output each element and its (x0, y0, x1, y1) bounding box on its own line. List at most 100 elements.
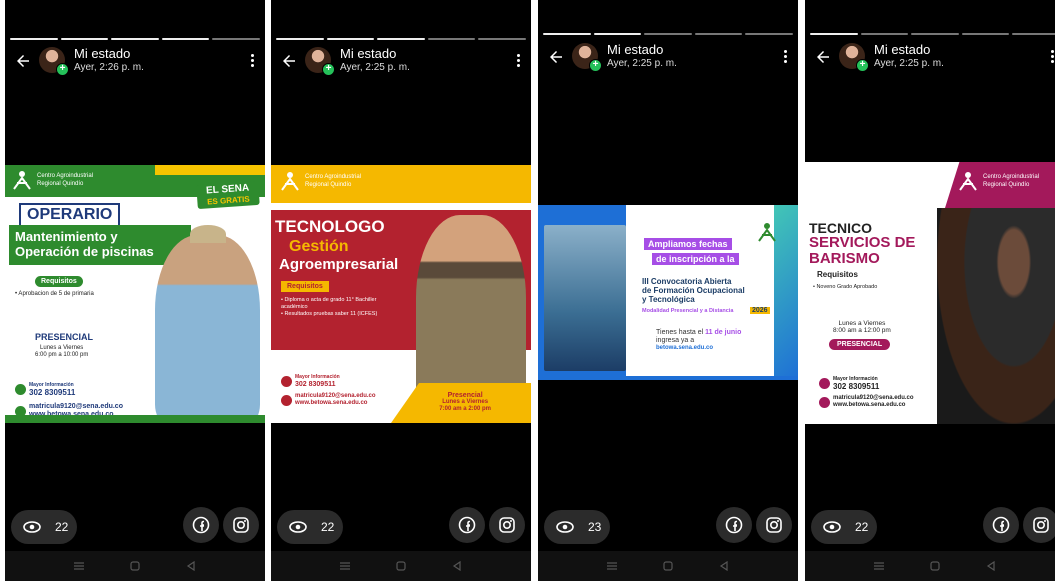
requirement-item: • Noveno Grado Aprobado (813, 284, 878, 290)
status-viewer-4: + Mi estado Ayer, 2:25 p. m. Centro Agro… (805, 0, 1055, 581)
share-instagram-button[interactable] (1023, 507, 1055, 543)
back-arrow-icon[interactable] (814, 48, 832, 66)
share-facebook-button[interactable] (983, 507, 1019, 543)
facebook-icon (992, 516, 1010, 534)
status-owner-name: Mi estado (874, 42, 931, 57)
views-counter[interactable]: 23 (544, 510, 610, 544)
sena-logo-icon (13, 171, 31, 190)
globe-icon (819, 396, 830, 408)
status-image-operario[interactable]: Centro Agroindustrial Regional Quindío EL… (5, 165, 265, 423)
views-count: 22 (855, 520, 869, 534)
free-badge: EL SENA ES GRATIS (196, 180, 260, 210)
views-counter[interactable]: 22 (11, 510, 77, 544)
status-viewer-3: + Mi estado Ayer, 2:25 p. m. Ampliamos f… (538, 0, 798, 581)
add-status-icon[interactable]: + (589, 59, 602, 72)
share-instagram-button[interactable] (223, 507, 259, 543)
nav-back-icon[interactable] (985, 560, 997, 572)
eye-icon (23, 521, 41, 533)
eye-icon (823, 521, 841, 533)
status-owner-name: Mi estado (74, 46, 131, 61)
facebook-icon (192, 516, 210, 534)
status-image-barismo[interactable]: Centro Agroindustrial Regional Quindío TE… (805, 162, 1055, 424)
nav-home-icon[interactable] (929, 560, 941, 572)
avatar[interactable]: + (572, 43, 602, 72)
nav-recents-icon[interactable] (73, 561, 85, 571)
sena-logo-icon (281, 172, 299, 191)
more-vert-icon[interactable] (780, 49, 790, 65)
share-facebook-button[interactable] (449, 507, 485, 543)
status-progress (810, 33, 1055, 35)
views-count: 23 (588, 520, 602, 534)
nav-back-icon[interactable] (718, 560, 730, 572)
nav-home-icon[interactable] (129, 560, 141, 572)
nav-recents-icon[interactable] (873, 561, 885, 571)
more-vert-icon[interactable] (1047, 49, 1055, 65)
requirements-label: Requisitos (35, 276, 83, 287)
back-arrow-icon[interactable] (280, 52, 298, 70)
status-time: Ayer, 2:25 p. m. (607, 58, 677, 69)
status-progress (543, 33, 793, 35)
views-count: 22 (321, 520, 335, 534)
sena-logo-icon (959, 172, 977, 191)
status-image-tecnologo[interactable]: Centro Agroindustrial Regional Quindío TE… (271, 165, 531, 423)
back-arrow-icon[interactable] (547, 48, 565, 66)
nav-back-icon[interactable] (451, 560, 463, 572)
schedule: Lunes a Viernes 8:00 am a 12:00 pm (833, 320, 891, 334)
status-owner-name: Mi estado (340, 46, 397, 61)
avatar[interactable]: + (839, 43, 869, 72)
share-facebook-button[interactable] (183, 507, 219, 543)
nav-recents-icon[interactable] (606, 561, 618, 571)
modality-badge: PRESENCIAL (829, 339, 891, 350)
more-vert-icon[interactable] (513, 53, 523, 69)
status-time: Ayer, 2:25 p. m. (340, 62, 410, 73)
status-footer: 22 (271, 507, 531, 547)
more-vert-icon[interactable] (247, 53, 257, 69)
instagram-icon (499, 517, 515, 533)
nav-home-icon[interactable] (662, 560, 674, 572)
share-instagram-button[interactable] (756, 507, 792, 543)
post-title: OPERARIO (19, 203, 121, 227)
views-counter[interactable]: 22 (811, 510, 877, 544)
instagram-icon (233, 517, 249, 533)
system-nav-bar (5, 551, 265, 581)
worker-photo (544, 225, 626, 371)
requirements-label: Requisitos (817, 270, 858, 279)
post-subtitle-2: Agroempresarial (279, 256, 399, 273)
status-footer: 23 (538, 507, 798, 547)
status-image-convocatoria[interactable]: Ampliamos fechas de inscripción a la III… (538, 205, 798, 380)
student-photo (155, 235, 260, 423)
status-time: Ayer, 2:25 p. m. (874, 58, 944, 69)
share-instagram-button[interactable] (489, 507, 525, 543)
status-progress (276, 38, 526, 40)
phone-icon (281, 375, 292, 387)
headline-1: Ampliamos fechas (644, 238, 732, 250)
nav-recents-icon[interactable] (339, 561, 351, 571)
contact-phone: Mayor Información 302 8309511 (15, 381, 75, 397)
globe-icon (281, 394, 292, 406)
modality: PRESENCIAL (35, 332, 94, 342)
views-counter[interactable]: 22 (277, 510, 343, 544)
status-header: + Mi estado Ayer, 2:26 p. m. (5, 46, 265, 80)
add-status-icon[interactable]: + (856, 59, 869, 72)
system-nav-bar (271, 551, 531, 581)
add-status-icon[interactable]: + (322, 63, 335, 76)
call-title: III Convocatoria Abierta de Formación Ocu… (642, 277, 745, 304)
add-status-icon[interactable]: + (56, 63, 69, 76)
requirement-list: • Diploma o acta de grado 11° Bachiller … (281, 297, 378, 317)
deadline: Tienes hasta el 11 de junio ingresa ya a (656, 329, 742, 344)
avatar[interactable]: + (305, 47, 335, 76)
status-viewer-2: + Mi estado Ayer, 2:25 p. m. Centro Agro… (271, 0, 531, 581)
status-time: Ayer, 2:26 p. m. (74, 62, 144, 73)
avatar[interactable]: + (39, 47, 69, 76)
status-header: + Mi estado Ayer, 2:25 p. m. (805, 42, 1055, 76)
sena-logo-icon (758, 223, 776, 242)
nav-home-icon[interactable] (395, 560, 407, 572)
instagram-icon (1033, 517, 1049, 533)
back-arrow-icon[interactable] (14, 52, 32, 70)
facebook-icon (725, 516, 743, 534)
nav-back-icon[interactable] (185, 560, 197, 572)
post-title: TECNOLOGO (275, 217, 385, 236)
status-owner-name: Mi estado (607, 42, 664, 57)
share-facebook-button[interactable] (716, 507, 752, 543)
requirement-item: • Aprobacion de 5 de primaria (15, 291, 94, 297)
